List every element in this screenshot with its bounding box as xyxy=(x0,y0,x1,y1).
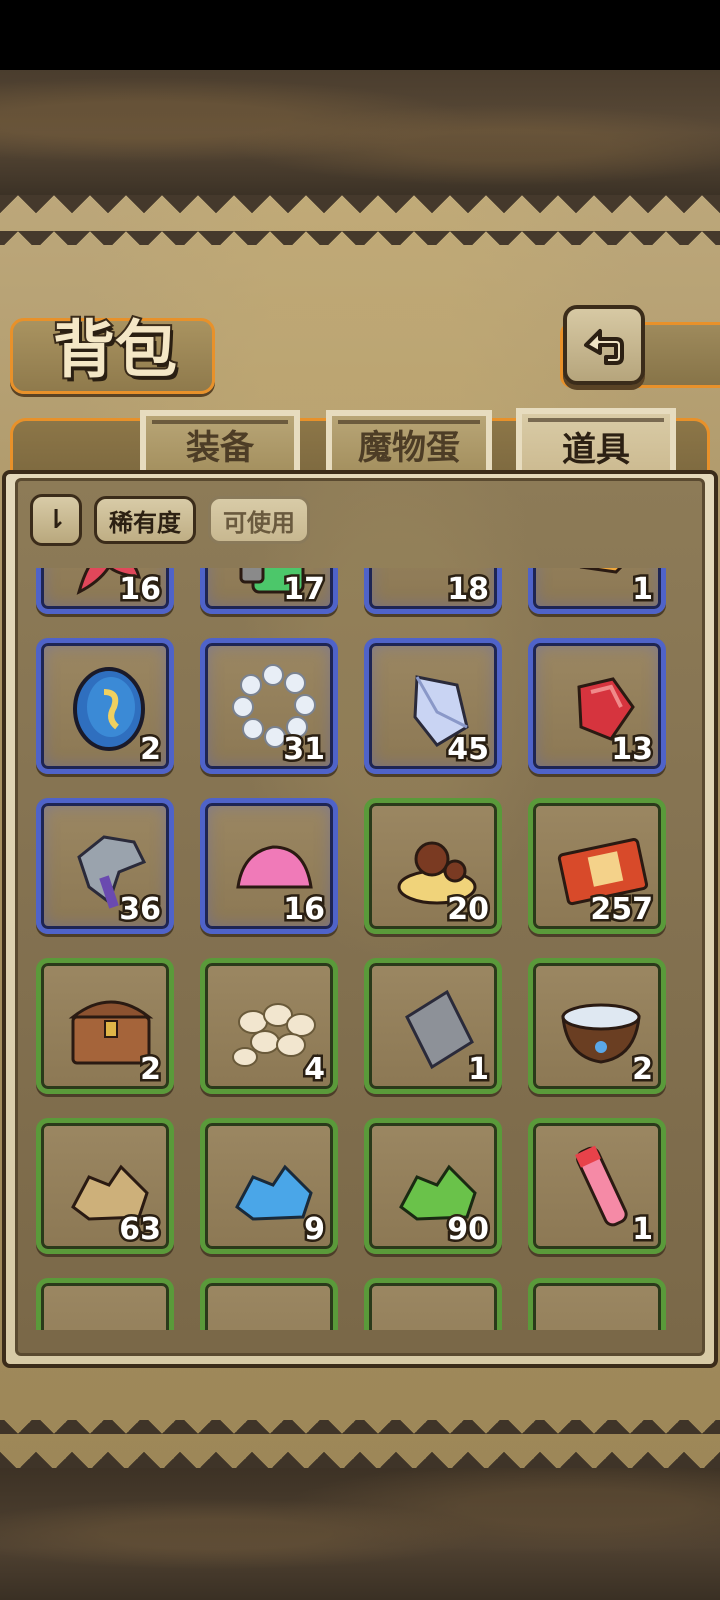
tab-items[interactable]: 道具 xyxy=(516,408,676,478)
item-count: 2 xyxy=(630,1050,656,1090)
item-slot-pearl-necklace[interactable]: 31 xyxy=(200,638,338,774)
zigzag-border-top xyxy=(0,195,720,245)
item-count: 90 xyxy=(445,1210,492,1250)
status-bar xyxy=(0,0,720,70)
item-slot-sand-ore[interactable]: 63 xyxy=(36,1118,174,1254)
item-count: 45 xyxy=(445,730,492,770)
item-grid: 16 17 18 1 2 31 45 13 36 16 20 257 2 4 1 2 63 9 90 1 xyxy=(36,568,686,1330)
item-count: 17 xyxy=(281,570,328,610)
item-count: 63 xyxy=(117,1210,164,1250)
item-count: 9 xyxy=(302,1210,328,1250)
item-count: 36 xyxy=(117,890,164,930)
item-count: 13 xyxy=(609,730,656,770)
tab-label: 道具 xyxy=(562,429,630,470)
item-slot-rune-coin[interactable]: 2 xyxy=(36,638,174,774)
tab-label: 魔物蛋 xyxy=(358,427,460,468)
back-button[interactable] xyxy=(563,305,645,385)
tab-label: 装备 xyxy=(186,427,254,468)
map-background-top xyxy=(0,70,720,195)
sort-toggle-button[interactable]: ⇂ xyxy=(30,494,82,546)
tab-divider xyxy=(338,420,480,424)
item-count: 2 xyxy=(138,1050,164,1090)
item-count: 1 xyxy=(630,1210,656,1250)
item-slot-partial-2[interactable] xyxy=(200,1278,338,1330)
item-slot-pudding[interactable]: 20 xyxy=(364,798,502,934)
item-count: 2 xyxy=(138,730,164,770)
filter-bar: ⇂ 稀有度 可使用 xyxy=(30,492,310,548)
back-arrow-icon xyxy=(584,329,624,365)
filter-label: 稀有度 xyxy=(109,508,181,537)
item-slot-red-coral[interactable]: 16 xyxy=(36,568,174,614)
item-slot-partial-3[interactable] xyxy=(364,1278,502,1330)
item-grid-viewport[interactable]: 16 17 18 1 2 31 45 13 36 16 20 257 2 4 1 2 63 9 90 1 xyxy=(36,568,686,1330)
item-slot-gold-ore[interactable]: 1 xyxy=(528,568,666,614)
sort-toggle-icon: ⇂ xyxy=(45,505,67,535)
item-slot-green-ore[interactable]: 90 xyxy=(364,1118,502,1254)
item-slot-pink-slime[interactable]: 16 xyxy=(200,798,338,934)
item-count: 18 xyxy=(445,570,492,610)
item-slot-water-bowl[interactable]: 2 xyxy=(528,958,666,1094)
tab-divider xyxy=(528,418,664,422)
tab-monster-eggs[interactable]: 魔物蛋 xyxy=(326,410,492,472)
item-count: 20 xyxy=(445,890,492,930)
item-count: 1 xyxy=(630,570,656,610)
filter-usable-button[interactable]: 可使用 xyxy=(208,496,310,544)
item-count: 31 xyxy=(281,730,328,770)
map-background-bottom xyxy=(0,1468,720,1600)
item-slot-potion-vial[interactable]: 1 xyxy=(528,1118,666,1254)
item-count: 4 xyxy=(302,1050,328,1090)
item-slot-iron-bar[interactable]: 1 xyxy=(364,958,502,1094)
item-slot-crystal-shard[interactable]: 45 xyxy=(364,638,502,774)
item-count: 1 xyxy=(466,1050,492,1090)
item-slot-eggs[interactable]: 4 xyxy=(200,958,338,1094)
item-count: 16 xyxy=(117,570,164,610)
tab-equipment[interactable]: 装备 xyxy=(140,410,300,472)
item-slot-partial-1[interactable] xyxy=(36,1278,174,1330)
item-slot-green-battery[interactable]: 17 xyxy=(200,568,338,614)
item-slot-blue-ore[interactable]: 9 xyxy=(200,1118,338,1254)
filter-label: 可使用 xyxy=(223,508,295,537)
tab-divider xyxy=(152,420,288,424)
filter-rarity-button[interactable]: 稀有度 xyxy=(94,496,196,544)
item-slot-pink-orb[interactable]: 18 xyxy=(364,568,502,614)
item-slot-partial-4[interactable] xyxy=(528,1278,666,1330)
item-slot-treasure-chest[interactable]: 2 xyxy=(36,958,174,1094)
zigzag-border-bottom xyxy=(0,1420,720,1470)
page-title: 背包 xyxy=(51,311,179,388)
item-slot-ticket[interactable]: 257 xyxy=(528,798,666,934)
item-slot-ruby-gem[interactable]: 13 xyxy=(528,638,666,774)
item-count: 16 xyxy=(281,890,328,930)
item-count: 257 xyxy=(588,890,656,930)
item-slot-armor-scrap[interactable]: 36 xyxy=(36,798,174,934)
